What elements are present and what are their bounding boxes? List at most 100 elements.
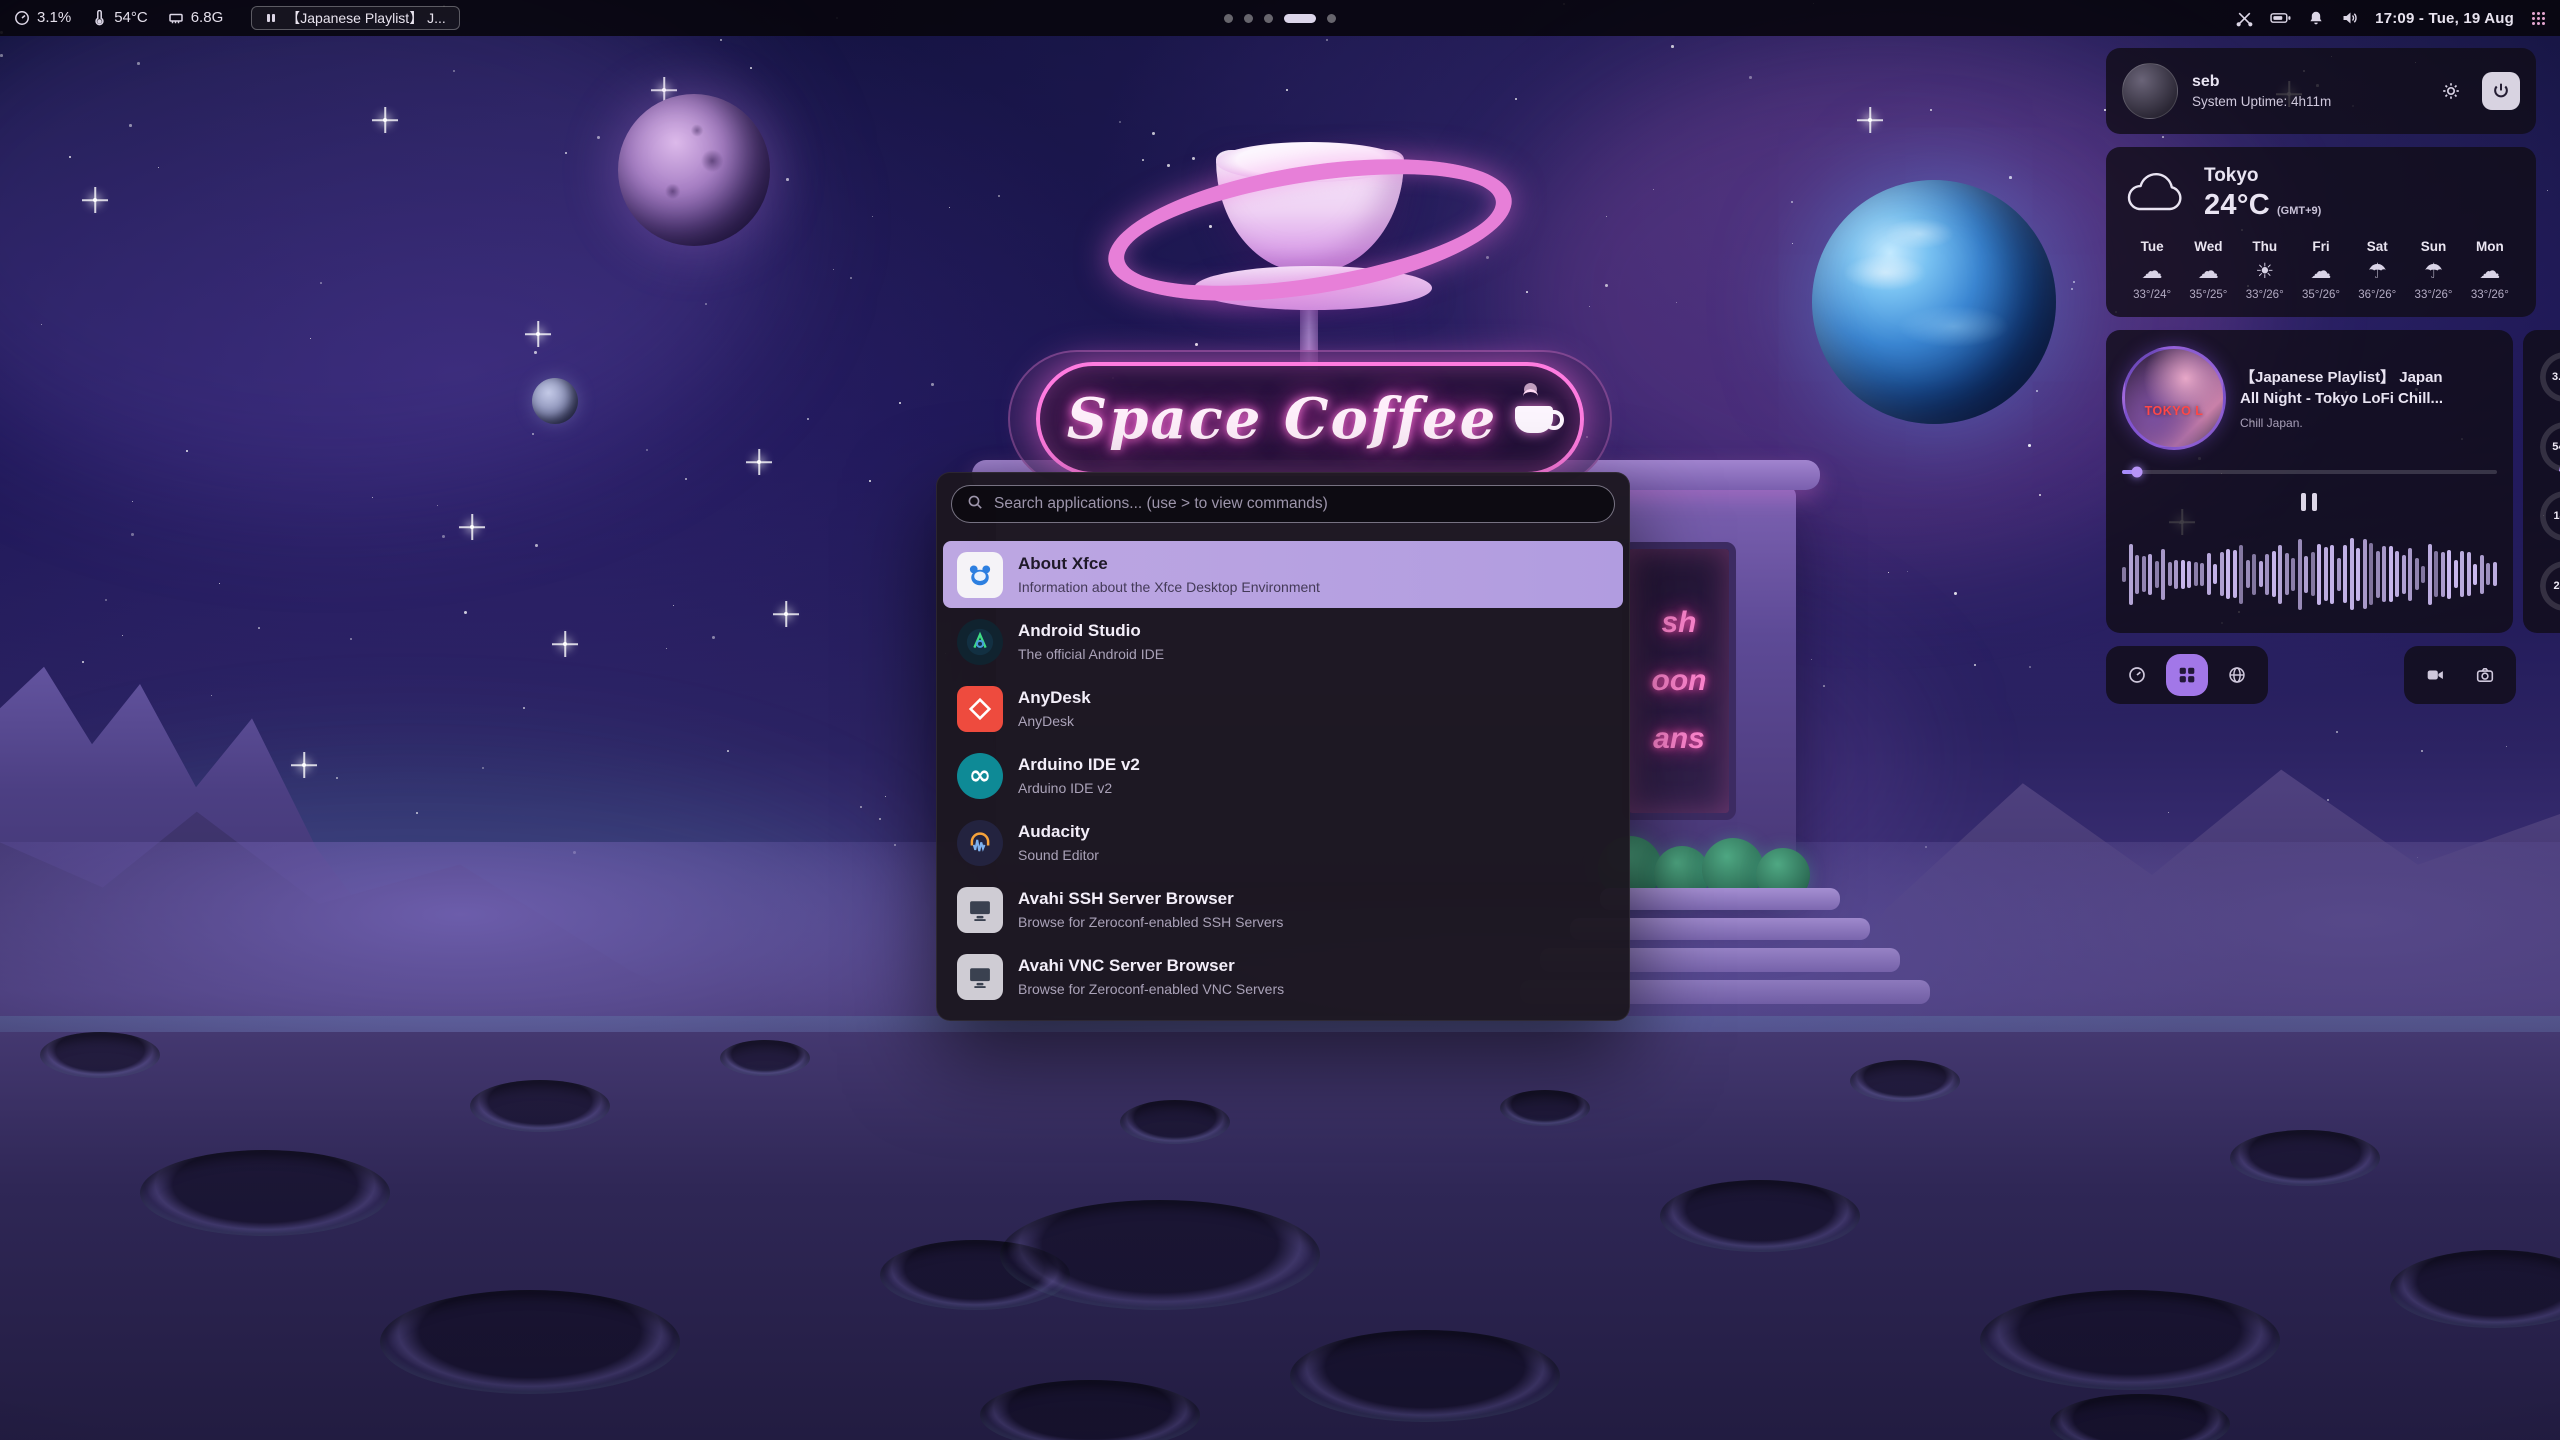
screenshot-button[interactable] — [2464, 654, 2506, 696]
workspace-dot[interactable] — [1244, 14, 1253, 23]
gauge-value: 54°C — [2552, 441, 2560, 453]
app-description: The official Android IDE — [1018, 646, 1164, 662]
cup-saucer — [1194, 266, 1432, 310]
apps-grid-button[interactable] — [2166, 654, 2208, 696]
app-row[interactable]: Avahi VNC Server BrowserBrowse for Zeroc… — [943, 943, 1623, 1010]
avahi-icon — [957, 887, 1003, 933]
quick-actions-row — [2106, 646, 2536, 704]
media-progress-bar[interactable] — [2122, 470, 2497, 474]
forecast-day-label: Wed — [2194, 239, 2222, 254]
app-grid-icon[interactable] — [2531, 11, 2546, 26]
crater — [1850, 1060, 1960, 1102]
app-name: AnyDesk — [1018, 688, 1091, 708]
crater — [2230, 1130, 2380, 1186]
cloud-icon: ☁ — [2198, 261, 2219, 282]
forecast-day-label: Mon — [2476, 239, 2504, 254]
screen-record-button[interactable] — [2414, 654, 2456, 696]
app-row[interactable]: Android StudioThe official Android IDE — [943, 608, 1623, 675]
network-globe-button[interactable] — [2216, 654, 2258, 696]
arduino-icon: ∞ — [957, 753, 1003, 799]
app-row[interactable]: About Xfce Information about the Xfce Des… — [943, 541, 1623, 608]
forecast-temps: 33°/24° — [2133, 289, 2171, 301]
avatar — [2122, 63, 2178, 119]
media-title-line1: 【Japanese Playlist】 Japan — [2240, 367, 2443, 388]
app-description: Sound Editor — [1018, 847, 1099, 863]
weather-forecast: Tue☁33°/24°Wed☁35°/25°Thu☀33°/26°Fri☁35°… — [2124, 239, 2518, 301]
forecast-day: Sun☂33°/26° — [2405, 239, 2461, 301]
crater — [2390, 1250, 2560, 1328]
user-name: seb — [2192, 73, 2331, 91]
app-row[interactable]: ∞Arduino IDE v2Arduino IDE v2 — [943, 742, 1623, 809]
album-art: TOKYO L — [2122, 346, 2226, 450]
performance-button[interactable] — [2116, 654, 2158, 696]
search-input[interactable] — [994, 495, 1599, 513]
app-row[interactable]: Avahi SSH Server BrowserBrowse for Zeroc… — [943, 876, 1623, 943]
gauge-value: 24% — [2553, 580, 2560, 592]
workspace-active-pill[interactable] — [1284, 14, 1316, 23]
app-row[interactable]: Audacity Sound Editor — [943, 809, 1623, 876]
quick-actions-right — [2404, 646, 2516, 704]
neon-sign-line: oon — [1652, 664, 1707, 698]
rain-icon: ☂ — [2424, 261, 2443, 282]
forecast-day: Sat☂36°/26° — [2349, 239, 2405, 301]
cloud-icon: ☁ — [2142, 261, 2163, 282]
crater — [2050, 1394, 2230, 1440]
app-name: Audacity — [1018, 822, 1099, 842]
power-button[interactable] — [2482, 72, 2520, 110]
forecast-temps: 33°/26° — [2246, 289, 2284, 301]
app-description: Information about the Xfce Desktop Envir… — [1018, 579, 1320, 595]
notifications-bell-icon[interactable] — [2308, 10, 2324, 26]
clock[interactable]: 17:09 - Tue, 19 Aug — [2375, 10, 2514, 27]
cafe-neon-window: sh oon ans — [1622, 542, 1736, 820]
app-name: About Xfce — [1018, 554, 1320, 574]
sign-pole — [1300, 298, 1318, 370]
purple-planet — [618, 94, 770, 246]
cpu-value: 3.1% — [37, 9, 71, 26]
temperature-stat[interactable]: 54°C — [91, 9, 148, 26]
android-icon — [957, 619, 1003, 665]
forecast-temps: 33°/26° — [2415, 289, 2453, 301]
forecast-day-label: Fri — [2312, 239, 2329, 254]
workspace-dot[interactable] — [1264, 14, 1273, 23]
media-subtitle: Chill Japan. — [2240, 416, 2443, 430]
pause-button[interactable] — [2297, 489, 2321, 515]
media-progress-knob[interactable] — [2131, 467, 2142, 478]
forecast-day: Tue ☁ 33°/24° — [2124, 239, 2180, 301]
coffee-cup-icon — [1515, 406, 1553, 433]
album-art-label: TOKYO L — [2145, 404, 2204, 418]
forecast-day-label: Thu — [2252, 239, 2277, 254]
memory-value: 6.8G — [191, 9, 224, 26]
forecast-day: Mon ☁ 33°/26° — [2462, 239, 2518, 301]
weather-city: Tokyo — [2204, 165, 2321, 187]
memory-stat[interactable]: 6.8G — [168, 9, 224, 26]
temperature-value: 54°C — [114, 9, 148, 26]
cloud-icon: ☁ — [2310, 261, 2331, 282]
weather-card: Tokyo 24°C (GMT+9) Tue☁33°/24°Wed☁35°/25… — [2106, 147, 2536, 317]
battery-icon[interactable] — [2270, 11, 2291, 25]
forecast-day-label: Tue — [2141, 239, 2164, 254]
moon-ground — [0, 1032, 2560, 1440]
neon-sign-line: sh — [1661, 606, 1696, 640]
floating-cup — [1216, 150, 1404, 272]
cloud-icon: ☁ — [2479, 261, 2500, 282]
weather-timezone: (GMT+9) — [2277, 205, 2321, 217]
window-list-button[interactable]: 【Japanese Playlist】 J... — [251, 6, 460, 31]
small-moon — [532, 378, 578, 424]
crater — [1120, 1100, 1230, 1144]
workspace-dot[interactable] — [1224, 14, 1233, 23]
workspace-dot[interactable] — [1327, 14, 1336, 23]
app-row[interactable]: AnyDeskAnyDesk — [943, 675, 1623, 742]
search-icon — [967, 494, 983, 515]
tools-icon[interactable] — [2236, 10, 2253, 27]
cpu-stat[interactable]: 3.1% — [14, 9, 71, 26]
settings-gear-button[interactable] — [2432, 72, 2470, 110]
top-panel: 3.1% 54°C 6.8G 【Japanese Playlist】 J... — [0, 0, 2560, 36]
desktop: sh oon ans Space Coffee — [0, 0, 2560, 1440]
space-coffee-sign: Space Coffee — [1036, 362, 1584, 476]
crater — [1000, 1200, 1320, 1310]
pause-mini-icon — [265, 12, 277, 24]
volume-icon[interactable] — [2341, 10, 2358, 26]
forecast-temps: 33°/26° — [2471, 289, 2509, 301]
audio-waveform — [2122, 529, 2497, 619]
search-bar[interactable] — [951, 485, 1615, 523]
